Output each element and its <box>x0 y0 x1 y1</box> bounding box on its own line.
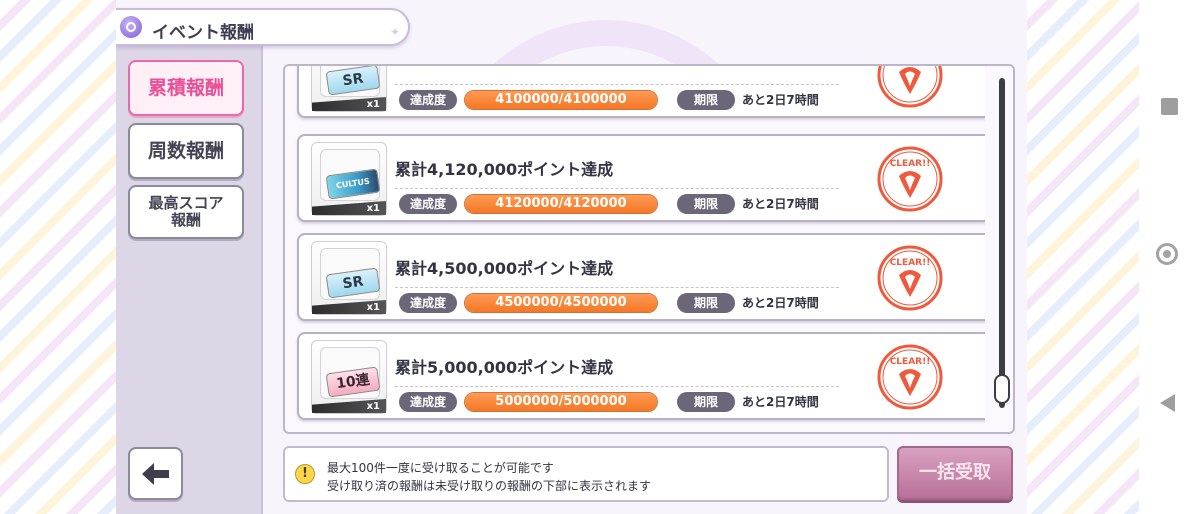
info-text-line-1: 最大100件一度に受け取ることが可能です <box>327 461 554 475</box>
item-quantity: x1 <box>366 99 380 110</box>
gacha-ticket-icon: SR <box>325 66 381 96</box>
tab-cumulative-rewards[interactable]: 累積報酬 <box>128 60 244 116</box>
scrollbar-thumb[interactable] <box>994 374 1010 404</box>
progress-label: 達成度 <box>399 392 457 412</box>
screen-header: イベント報酬 ✦ <box>116 8 410 46</box>
progress-value: 4120000/4120000 <box>495 196 627 211</box>
reward-title: 累計5,000,000ポイント達成 <box>395 358 614 377</box>
gacha-ticket-icon: 10連 <box>325 366 381 398</box>
progress-label: 達成度 <box>399 293 457 313</box>
tab-lap-rewards[interactable]: 周数報酬 <box>128 123 244 179</box>
clear-stamp-icon: CLEAR!! <box>877 146 943 212</box>
tab-highscore-rewards[interactable]: 最高スコア 報酬 <box>128 185 244 239</box>
item-frame: 10連 <box>320 347 381 399</box>
reward-row: SR x1 累計4,500,000ポイント達成 達成度 4500000/4500… <box>297 233 985 321</box>
reward-title: 累計4,500,000ポイント達成 <box>395 259 614 278</box>
progress-bar: 4120000/4120000 <box>464 194 658 214</box>
progress-label: 達成度 <box>399 90 457 110</box>
info-text-line-2: 受け取り済の報酬は未受け取りの報酬の下部に表示されます <box>327 479 652 493</box>
reward-list[interactable]: SR x1 達成度 4100000/4100000 期限 あと2日7時間 CLE… <box>283 64 1015 434</box>
event-icon <box>120 16 142 38</box>
progress-value: 5000000/5000000 <box>495 394 627 409</box>
clear-stamp-icon: CLEAR!! <box>877 344 943 410</box>
clear-stamp-icon: CLEAR!! <box>877 66 943 108</box>
deadline-label: 期限 <box>677 293 735 313</box>
reward-row: CULTUS EVE x1 累計4,120,000ポイント達成 達成度 4120… <box>297 134 985 222</box>
progress-bar: 4500000/4500000 <box>464 293 658 313</box>
reward-row: SR x1 達成度 4100000/4100000 期限 あと2日7時間 CLE… <box>297 66 985 118</box>
deadline-value: あと2日7時間 <box>742 296 819 310</box>
deadline-label: 期限 <box>677 90 735 110</box>
sparkle-icon: ✦ <box>389 25 400 39</box>
item-quantity: x1 <box>366 203 380 214</box>
warning-icon: ! <box>295 464 315 484</box>
item-frame: SR <box>320 248 381 300</box>
svg-text:CLEAR!!: CLEAR!! <box>890 357 931 367</box>
progress-bar: 5000000/5000000 <box>464 392 658 412</box>
progress-bar: 4100000/4100000 <box>464 90 658 110</box>
decorative-stripes-right <box>1027 0 1139 514</box>
reward-category-sidebar: 累積報酬 周数報酬 最高スコア 報酬 <box>116 46 263 514</box>
item-frame: CULTUS EVE <box>320 149 381 211</box>
clear-stamp-icon: CLEAR!! <box>877 245 943 311</box>
deadline-value: あと2日7時間 <box>742 395 819 409</box>
progress-label: 達成度 <box>399 194 457 214</box>
recent-apps-icon[interactable] <box>1161 98 1178 115</box>
reward-row: 10連 x1 累計5,000,000ポイント達成 達成度 5000000/500… <box>297 332 985 420</box>
arrow-left-icon <box>142 463 169 485</box>
item-frame: SR <box>320 66 381 97</box>
scrollbar-track[interactable] <box>999 78 1005 408</box>
reward-item[interactable]: SR x1 <box>311 66 387 112</box>
deadline-label: 期限 <box>677 392 735 412</box>
info-notice: ! 最大100件一度に受け取ることが可能です 受け取り済の報酬は未受け取りの報酬… <box>283 446 889 502</box>
gacha-ticket-icon: SR <box>325 267 381 299</box>
reward-item[interactable]: 10連 x1 <box>311 340 387 414</box>
divider <box>395 287 839 288</box>
bulk-receive-button[interactable]: 一括受取 <box>897 446 1013 500</box>
deadline-value: あと2日7時間 <box>742 197 819 211</box>
deadline-value: あと2日7時間 <box>742 93 819 107</box>
deadline-label: 期限 <box>677 194 735 214</box>
svg-text:CLEAR!!: CLEAR!! <box>890 159 931 169</box>
reward-list-scroll[interactable]: SR x1 達成度 4100000/4100000 期限 あと2日7時間 CLE… <box>285 66 985 432</box>
home-icon[interactable] <box>1156 243 1178 265</box>
reward-title: 累計4,120,000ポイント達成 <box>395 160 614 179</box>
divider <box>395 84 839 85</box>
decorative-stripes-left <box>0 0 116 514</box>
character-card-icon: CULTUS EVE <box>325 168 381 211</box>
page-title: イベント報酬 <box>152 23 254 43</box>
svg-text:CLEAR!!: CLEAR!! <box>890 258 931 268</box>
divider <box>395 188 839 189</box>
system-back-icon[interactable] <box>1160 394 1175 412</box>
event-rewards-screen: 累積報酬 周数報酬 最高スコア 報酬 イベント報酬 ✦ SR x1 達成度 41… <box>116 0 1027 514</box>
back-button[interactable] <box>128 447 183 500</box>
item-quantity: x1 <box>366 401 380 412</box>
reward-item[interactable]: SR x1 <box>311 241 387 315</box>
divider <box>395 386 839 387</box>
item-quantity: x1 <box>366 302 380 313</box>
progress-value: 4100000/4100000 <box>495 92 627 107</box>
progress-value: 4500000/4500000 <box>495 295 627 310</box>
reward-item[interactable]: CULTUS EVE x1 <box>311 142 387 216</box>
